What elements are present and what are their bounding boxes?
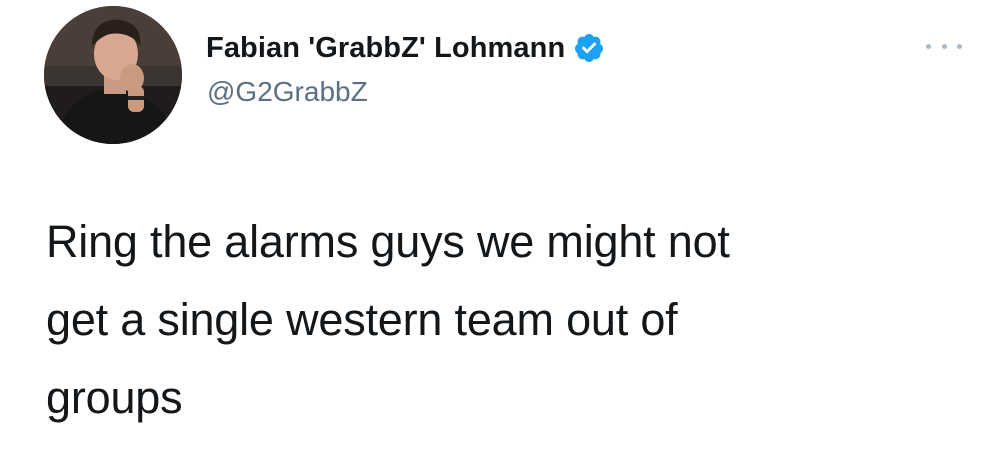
tweet-text-line: Ring the alarms guys we might not (46, 216, 730, 267)
author-display-name[interactable]: Fabian 'GrabbZ' Lohmann (206, 32, 565, 65)
tweet-text: Ring the alarms guys we might not get a … (46, 203, 946, 437)
more-dot (957, 43, 962, 49)
avatar[interactable] (44, 6, 182, 144)
profile-photo-icon (44, 6, 182, 144)
more-options-icon[interactable] (926, 38, 962, 54)
tweet-text-line: get a single western team out of (46, 294, 678, 345)
tweet-card: Fabian 'GrabbZ' Lohmann @G2GrabbZ Ring t… (0, 0, 1000, 453)
more-dot (941, 43, 947, 49)
tweet-text-line: groups (46, 372, 183, 423)
verified-badge-icon (573, 31, 607, 65)
author-name-row[interactable]: Fabian 'GrabbZ' Lohmann (206, 28, 607, 68)
more-dot (926, 43, 931, 49)
author-handle[interactable]: @G2GrabbZ (207, 76, 368, 108)
